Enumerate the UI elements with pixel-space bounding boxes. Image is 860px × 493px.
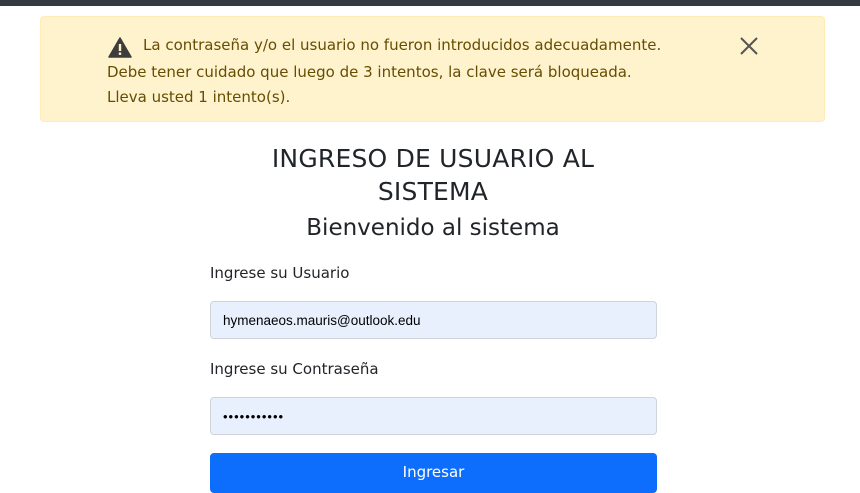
alert-message-line-1: La contraseña y/o el usuario no fueron i… <box>143 36 662 54</box>
user-input[interactable] <box>210 301 657 339</box>
alert-message-line-3: Lleva usted 1 intento(s). <box>107 88 291 106</box>
top-navbar <box>0 0 860 6</box>
close-icon[interactable] <box>738 35 760 57</box>
password-label: Ingrese su Contraseña <box>210 360 379 378</box>
warning-alert: La contraseña y/o el usuario no fueron i… <box>40 16 825 122</box>
page-title: INGRESO DE USUARIO AL SISTEMA <box>271 144 595 206</box>
user-label: Ingrese su Usuario <box>210 264 350 282</box>
alert-message-line-2: Debe tener cuidado que luego de 3 intent… <box>107 63 632 81</box>
login-button[interactable]: Ingresar <box>210 453 657 493</box>
warning-triangle-icon <box>108 37 132 58</box>
page-subtitle: Bienvenido al sistema <box>306 215 560 241</box>
password-input[interactable] <box>210 397 657 435</box>
